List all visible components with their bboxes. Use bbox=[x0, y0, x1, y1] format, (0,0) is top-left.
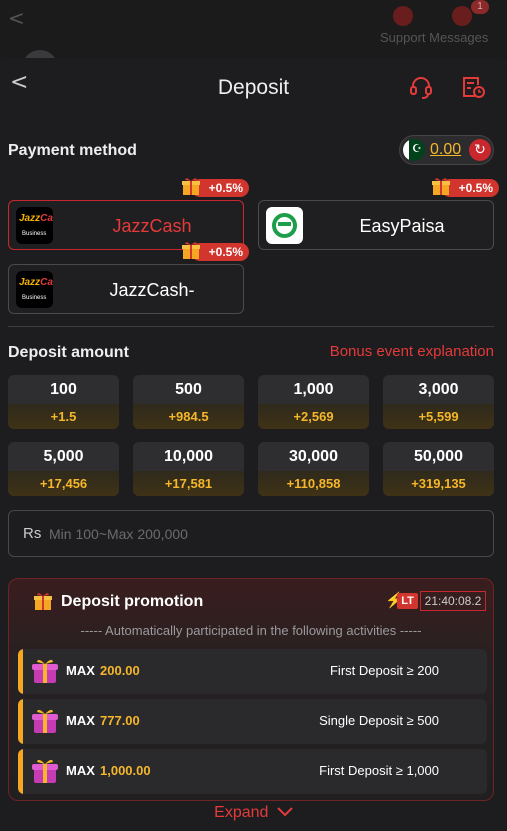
gift-icon bbox=[431, 178, 450, 195]
refresh-icon[interactable]: ↻ bbox=[469, 139, 491, 161]
deposit-promotion-card: Deposit promotion ⚡ LT 21:40:08.2 ----- … bbox=[8, 578, 494, 801]
amount-bonus: +110,858 bbox=[258, 471, 369, 496]
promotion-activity[interactable]: MAX 200.00 First Deposit ≥ 200 bbox=[18, 649, 487, 694]
amount-option[interactable]: 30,000 +110,858 bbox=[258, 442, 369, 496]
amount-option[interactable]: 50,000 +319,135 bbox=[383, 442, 494, 496]
balance-value[interactable]: 0.00 bbox=[430, 141, 461, 159]
amount-option[interactable]: 3,000 +5,599 bbox=[383, 375, 494, 429]
payment-option-jazzcash-alt[interactable]: JazzCash Business JazzCash- +0.5% bbox=[8, 242, 249, 314]
amount-value: 5,000 bbox=[43, 448, 84, 465]
deposit-sheet: < Deposit Payment method ☪ 0.00 ↻ JazzCa… bbox=[0, 58, 507, 831]
gift-box-icon bbox=[32, 709, 58, 733]
activity-condition: First Deposit ≥ 1,000 bbox=[319, 763, 439, 778]
divider bbox=[8, 326, 494, 327]
amount-value: 3,000 bbox=[418, 381, 459, 398]
amount-value: 1,000 bbox=[293, 381, 334, 398]
promotion-activity[interactable]: MAX 1,000.00 First Deposit ≥ 1,000 bbox=[18, 749, 487, 794]
background-page-header: < 1 Support Messages bbox=[0, 0, 507, 86]
activity-max-label: MAX bbox=[66, 713, 95, 728]
promotion-activity[interactable]: MAX 777.00 Single Deposit ≥ 500 bbox=[18, 699, 487, 744]
activity-max-amount: 200.00 bbox=[100, 663, 140, 678]
background-messages-icon bbox=[452, 6, 472, 26]
payment-option-easypaisa[interactable]: EasyPaisa +0.5% bbox=[258, 178, 499, 250]
countdown-timer: ⚡ LT 21:40:08.2 bbox=[385, 591, 487, 611]
currency-symbol: Rs bbox=[23, 525, 42, 542]
amount-option[interactable]: 500 +984.5 bbox=[133, 375, 244, 429]
activity-max-amount: 1,000.00 bbox=[100, 763, 151, 778]
amount-option[interactable]: 100 +1.5 bbox=[8, 375, 119, 429]
payment-method-title: Payment method bbox=[8, 142, 137, 159]
jazzcash-logo: JazzCash Business bbox=[16, 271, 53, 308]
balance-pill: ☪ 0.00 ↻ bbox=[399, 135, 494, 165]
bonus-badge: +0.5% bbox=[181, 242, 249, 261]
gift-box-icon bbox=[32, 659, 58, 683]
countdown-value: 21:40:08.2 bbox=[420, 591, 486, 611]
amount-option[interactable]: 5,000 +17,456 bbox=[8, 442, 119, 496]
pakistan-flag-icon: ☪ bbox=[403, 139, 425, 161]
jazzcash-logo: JazzCash Business bbox=[16, 207, 53, 244]
background-message-badge: 1 bbox=[471, 0, 489, 14]
deposit-amount-title: Deposit amount bbox=[8, 344, 129, 361]
gift-icon bbox=[34, 593, 52, 610]
amount-bonus: +1.5 bbox=[8, 404, 119, 429]
activity-condition: Single Deposit ≥ 500 bbox=[319, 713, 439, 728]
amount-bonus: +5,599 bbox=[383, 404, 494, 429]
deposit-header: < Deposit bbox=[0, 58, 507, 118]
amount-bonus: +2,569 bbox=[258, 404, 369, 429]
promotion-title: Deposit promotion bbox=[61, 593, 204, 610]
amount-input-box: Rs bbox=[8, 510, 494, 557]
amount-bonus: +984.5 bbox=[133, 404, 244, 429]
amount-value: 30,000 bbox=[289, 448, 338, 465]
gift-icon bbox=[181, 178, 200, 195]
bonus-badge: +0.5% bbox=[431, 178, 499, 197]
promotion-subtitle: ----- Automatically participated in the … bbox=[80, 623, 422, 638]
activity-condition: First Deposit ≥ 200 bbox=[329, 663, 439, 678]
gift-box-icon bbox=[32, 759, 58, 783]
headset-icon[interactable] bbox=[408, 74, 434, 100]
lt-badge: LT bbox=[397, 593, 418, 609]
payment-option-label: EasyPaisa bbox=[359, 216, 445, 236]
gift-icon bbox=[181, 242, 200, 259]
amount-value: 500 bbox=[175, 381, 202, 398]
activity-max-label: MAX bbox=[66, 763, 95, 778]
amount-input[interactable] bbox=[49, 519, 469, 549]
amount-value: 10,000 bbox=[164, 448, 213, 465]
expand-label: Expand bbox=[214, 804, 269, 821]
amount-bonus: +319,135 bbox=[383, 471, 494, 496]
amount-value: 50,000 bbox=[414, 448, 463, 465]
background-support-icon bbox=[393, 6, 413, 26]
bonus-badge: +0.5% bbox=[181, 178, 249, 197]
history-icon[interactable] bbox=[460, 74, 486, 100]
activity-max-amount: 777.00 bbox=[100, 713, 140, 728]
chevron-down-icon bbox=[277, 807, 293, 817]
background-back-icon: < bbox=[8, 6, 25, 30]
activity-max-label: MAX bbox=[66, 663, 95, 678]
payment-option-label: JazzCash- bbox=[109, 280, 195, 300]
background-support-label: Support Messages bbox=[380, 30, 489, 45]
amount-option[interactable]: 1,000 +2,569 bbox=[258, 375, 369, 429]
easypaisa-logo bbox=[266, 207, 303, 244]
expand-button[interactable]: Expand bbox=[0, 804, 507, 822]
amount-option[interactable]: 10,000 +17,581 bbox=[133, 442, 244, 496]
payment-option-label: JazzCash bbox=[112, 216, 192, 236]
amount-value: 100 bbox=[50, 381, 77, 398]
amount-bonus: +17,581 bbox=[133, 471, 244, 496]
amount-bonus: +17,456 bbox=[8, 471, 119, 496]
bonus-event-link[interactable]: Bonus event explanation bbox=[330, 343, 494, 360]
